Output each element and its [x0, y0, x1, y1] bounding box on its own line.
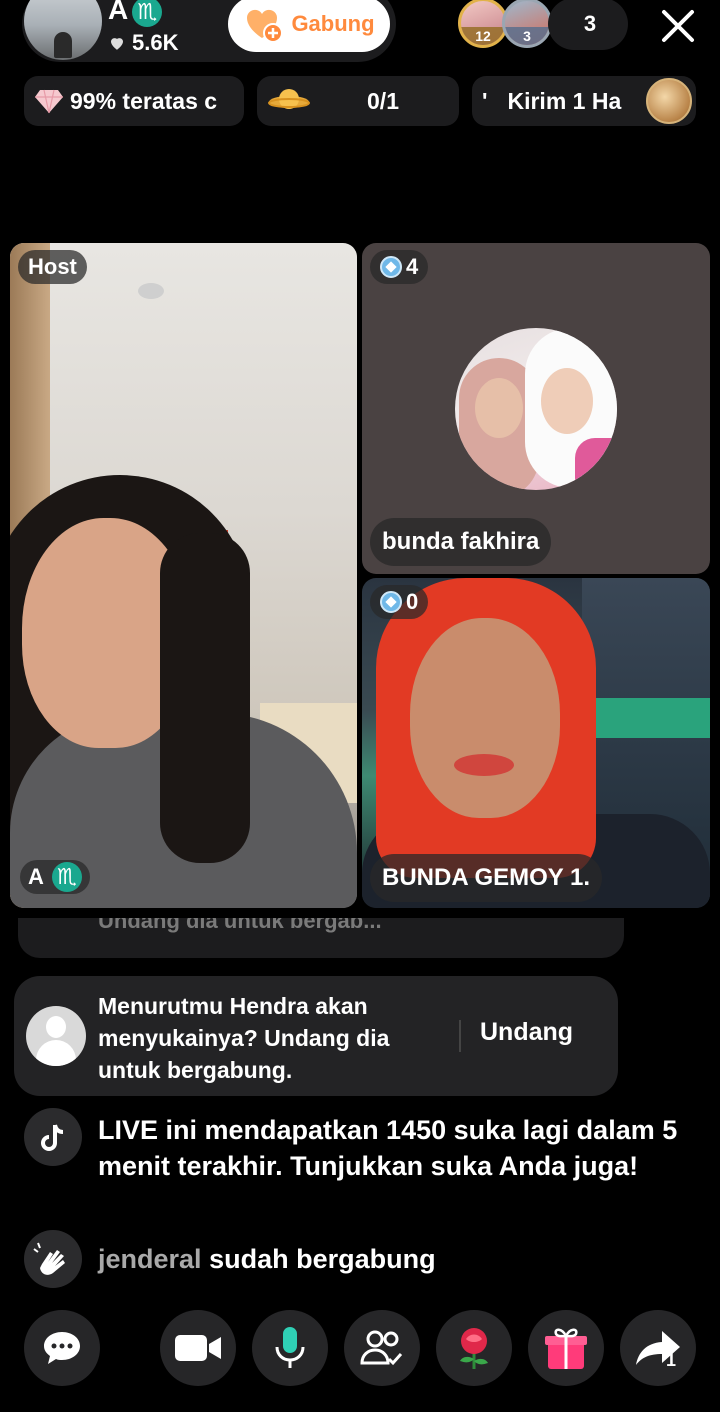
host-name: A ♏: [108, 0, 163, 27]
guest-name: bunda fakhira: [370, 518, 552, 566]
join-button[interactable]: Gabung: [228, 0, 390, 52]
mic-button[interactable]: [252, 1310, 328, 1386]
viewer-avatar[interactable]: 3: [502, 0, 552, 48]
share-count: 1: [666, 1350, 677, 1370]
top-viewers[interactable]: 12 3: [458, 0, 552, 52]
live-notice: LIVE ini mendapatkan 1450 suka lagi dala…: [24, 1108, 678, 1184]
host-video-tile[interactable]: [10, 243, 357, 908]
join-notice: jenderal sudah bergabung: [24, 1230, 436, 1288]
gift-icon: [545, 1328, 587, 1369]
diamond-icon: [380, 256, 402, 278]
zodiac-icon: ♏: [51, 862, 82, 892]
rank-badge[interactable]: 99% teratas c: [24, 76, 244, 126]
video-button[interactable]: [160, 1310, 236, 1386]
gift-goal-badge[interactable]: ' Kirim 1 Ha: [472, 76, 696, 126]
default-avatar-icon: [26, 1006, 86, 1066]
join-heart-icon: [247, 9, 284, 43]
zodiac-icon: ♏: [132, 0, 163, 27]
diamond-icon: [35, 89, 63, 114]
tiktok-icon: [24, 1108, 82, 1166]
guests-icon: [360, 1330, 403, 1366]
invite-card-partial: Undang dia untuk bergab...: [18, 918, 624, 958]
gift-button[interactable]: [528, 1310, 604, 1386]
video-icon: [175, 1335, 221, 1361]
rose-icon: [460, 1328, 488, 1369]
guest-name: BUNDA GEMOY 1.: [370, 854, 603, 902]
guest-gift-count: 4: [370, 250, 429, 284]
share-icon: [636, 1331, 680, 1365]
comment-button[interactable]: [24, 1310, 100, 1386]
goal-badge[interactable]: 0/1: [257, 76, 459, 126]
host-likes: 5.6K: [108, 30, 178, 56]
guests-button[interactable]: [344, 1310, 420, 1386]
invite-text: Menurutmu Hendra akan menyukainya? Undan…: [98, 993, 390, 1083]
heart-icon: [111, 38, 123, 50]
close-icon[interactable]: [656, 4, 700, 48]
mic-icon: [275, 1327, 305, 1368]
host-label: Host: [18, 250, 87, 284]
comment-icon: [44, 1332, 80, 1364]
cookie-gift-icon: [646, 78, 692, 124]
wave-icon: [24, 1230, 82, 1288]
divider: [459, 1020, 461, 1052]
invite-card: Menurutmu Hendra akan menyukainya? Undan…: [14, 976, 618, 1096]
rose-gift-button[interactable]: [436, 1310, 512, 1386]
guest-avatar: [455, 328, 617, 490]
share-button[interactable]: 1: [620, 1310, 696, 1386]
join-user[interactable]: jenderal: [98, 1244, 202, 1274]
invite-button[interactable]: Undang: [480, 1018, 573, 1047]
planet-icon: [268, 89, 310, 109]
guest-gift-count: 0: [370, 585, 429, 619]
diamond-icon: [380, 591, 402, 613]
viewer-avatar[interactable]: 12: [458, 0, 508, 48]
viewer-count[interactable]: 3: [548, 0, 628, 50]
host-name-tag: A ♏: [20, 860, 90, 894]
